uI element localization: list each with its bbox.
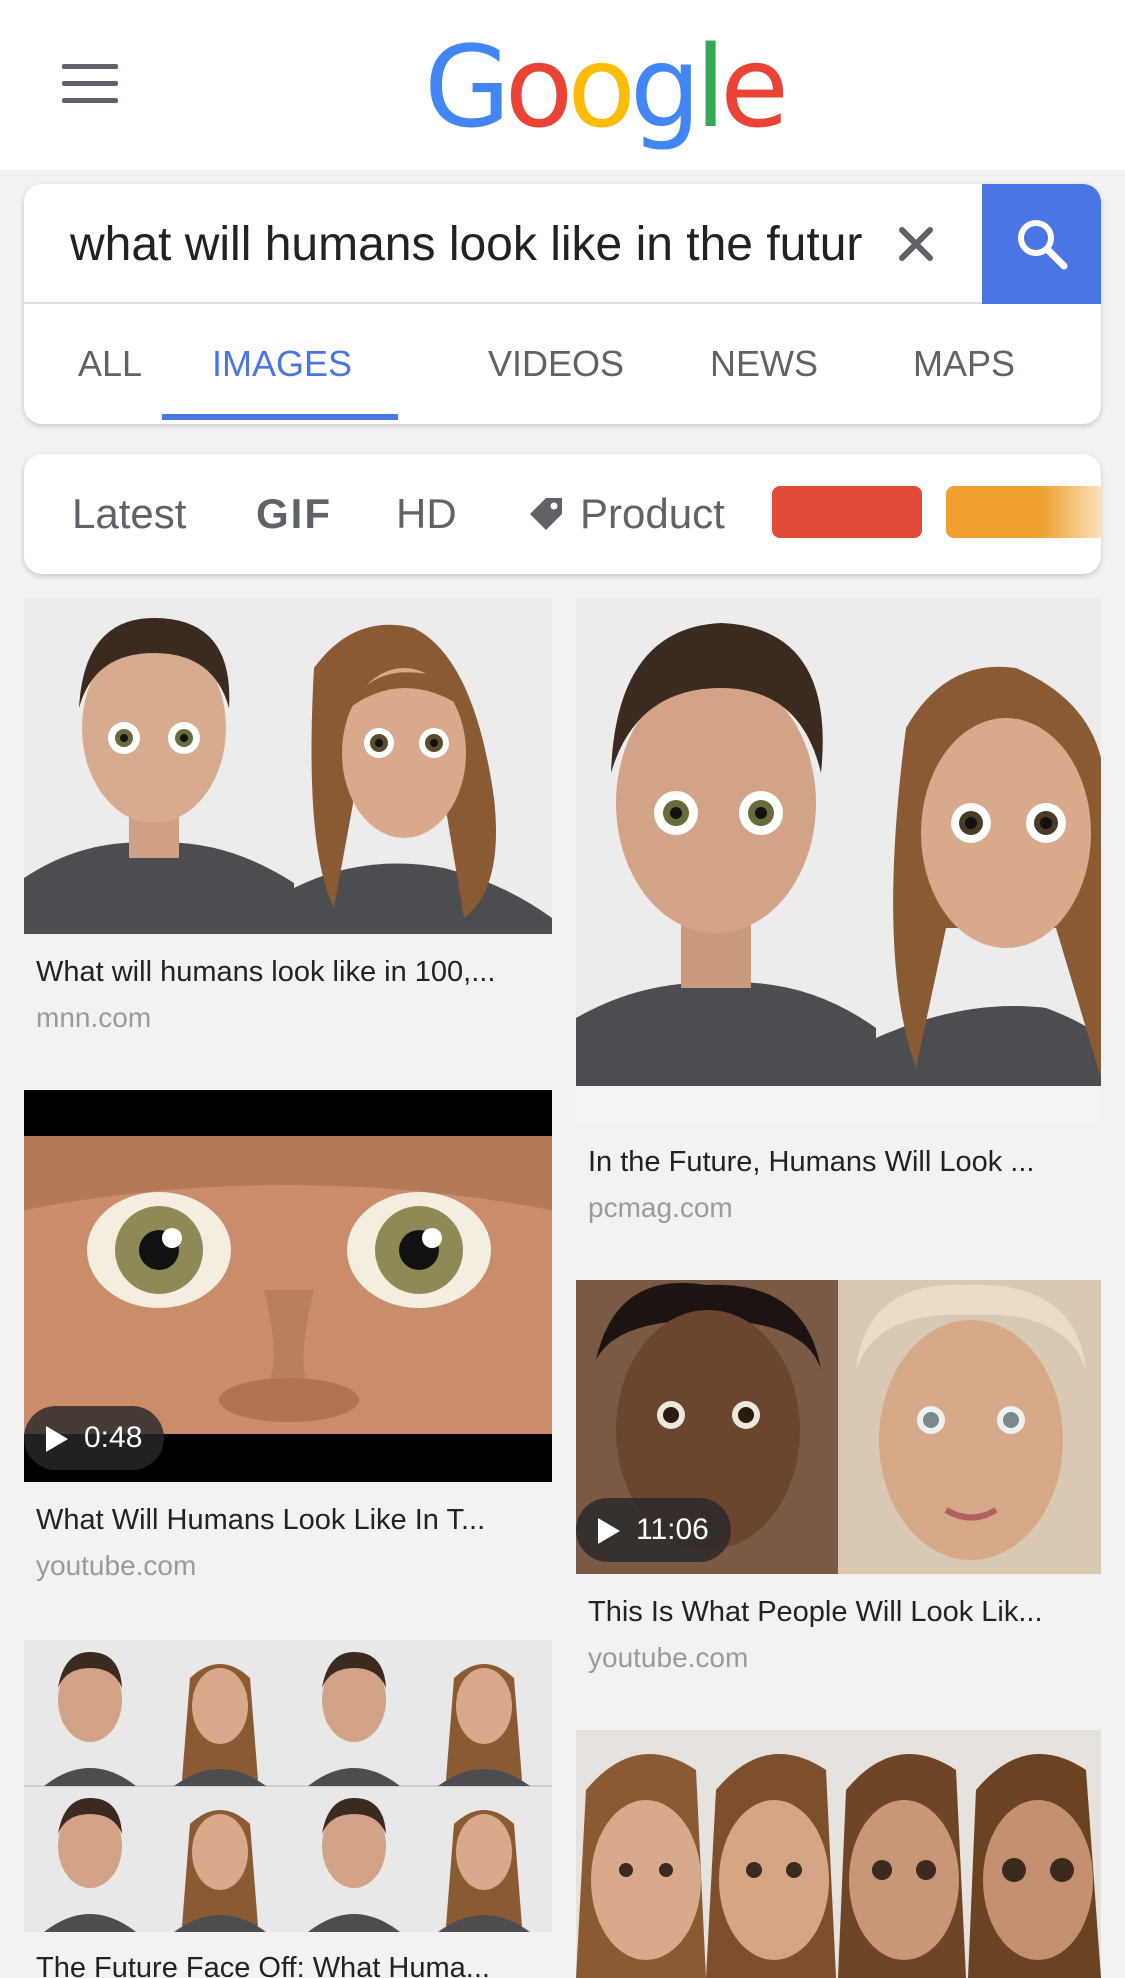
result-caption[interactable]: This Is What People Will Look Lik... — [588, 1596, 1088, 1629]
result-domain: mnn.com — [36, 1002, 152, 1033]
search-card: ALL IMAGES VIDEOS NEWS MAPS — [24, 184, 1101, 424]
result-thumbnail[interactable] — [576, 1730, 1101, 1978]
chip-latest[interactable]: Latest — [72, 454, 186, 574]
tab-all[interactable]: ALL — [60, 304, 160, 424]
chip-hd[interactable]: HD — [396, 454, 457, 574]
tab-news[interactable]: NEWS — [684, 304, 844, 424]
video-duration-badge: 11:06 — [576, 1498, 731, 1562]
result-caption[interactable]: In the Future, Humans Will Look ... — [588, 1146, 1088, 1179]
result-thumbnail[interactable] — [24, 1640, 552, 1932]
image-result[interactable]: The Future Face Off: What Huma... — [24, 1640, 552, 1978]
image-result[interactable] — [576, 1730, 1101, 1978]
chip-gif[interactable]: GIF — [256, 454, 332, 574]
result-thumbnail[interactable] — [576, 598, 1101, 1123]
result-domain: pcmag.com — [588, 1192, 733, 1223]
image-result[interactable]: What will humans look like in 100,... mn… — [24, 598, 552, 1048]
result-caption[interactable]: The Future Face Off: What Huma... — [36, 1952, 540, 1978]
menu-icon[interactable] — [62, 64, 118, 104]
play-icon — [598, 1518, 620, 1544]
filter-chips: Latest GIF HD Product — [24, 454, 1101, 574]
video-duration-badge: 0:48 — [24, 1406, 165, 1470]
search-input[interactable] — [70, 184, 880, 304]
result-thumbnail[interactable]: 11:06 — [576, 1280, 1101, 1574]
search-row — [24, 184, 1101, 304]
search-icon — [1018, 220, 1068, 270]
active-tab-indicator — [162, 414, 398, 420]
top-bar: Google — [0, 0, 1125, 170]
color-filter-orange[interactable] — [946, 486, 1101, 538]
video-result[interactable]: 11:06 This Is What People Will Look Lik.… — [576, 1280, 1101, 1680]
google-logo[interactable]: Google — [424, 32, 789, 144]
tag-icon — [530, 498, 562, 530]
play-icon — [46, 1426, 68, 1452]
search-tabs: ALL IMAGES VIDEOS NEWS MAPS — [24, 304, 1101, 424]
close-icon[interactable] — [884, 212, 948, 276]
tab-videos[interactable]: VIDEOS — [456, 304, 656, 424]
video-result[interactable]: 0:48 What Will Humans Look Like In T... … — [24, 1090, 552, 1590]
chip-product[interactable]: Product — [580, 454, 725, 574]
result-caption[interactable]: What will humans look like in 100,... — [36, 956, 540, 989]
image-result[interactable]: In the Future, Humans Will Look ... pcma… — [576, 598, 1101, 1238]
tab-maps[interactable]: MAPS — [884, 304, 1044, 424]
result-domain: youtube.com — [36, 1550, 197, 1581]
search-button[interactable] — [982, 184, 1101, 304]
tab-images[interactable]: IMAGES — [164, 304, 400, 424]
result-domain: youtube.com — [588, 1642, 749, 1673]
result-thumbnail[interactable]: 0:48 — [24, 1090, 552, 1482]
color-filter-red[interactable] — [772, 486, 922, 538]
result-thumbnail[interactable] — [24, 598, 552, 934]
result-caption[interactable]: What Will Humans Look Like In T... — [36, 1504, 540, 1537]
